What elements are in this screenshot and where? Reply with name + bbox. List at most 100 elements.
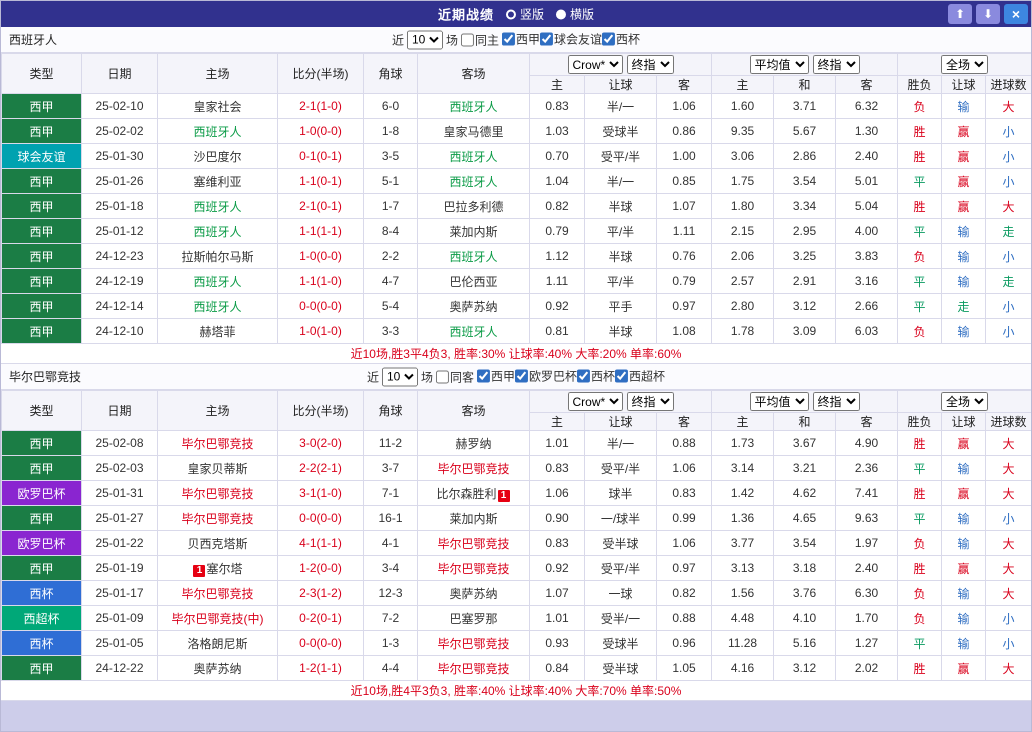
asian-home-odds: 0.83 — [530, 531, 585, 556]
league-filters: 西甲欧罗巴杯西杯西超杯 — [477, 368, 665, 386]
layout-option-vertical[interactable]: 竖版 — [506, 6, 544, 23]
summary-line-1: 近10场,胜3平4负3, 胜率:30% 让球率:40% 大率:20% 单率:60… — [1, 344, 1031, 364]
asian-home-odds: 1.12 — [530, 244, 585, 269]
asian-stage-select[interactable]: 终指 — [627, 392, 674, 411]
match-date: 25-01-09 — [82, 606, 158, 631]
asian-handicap: 半球 — [585, 244, 657, 269]
asian-away-odds: 0.86 — [657, 119, 712, 144]
filter-bar: 近 10 场 同客 西甲欧罗巴杯西杯西超杯 — [367, 367, 665, 386]
same-side-checkbox[interactable] — [436, 370, 449, 383]
asian-handicap: 半/一 — [585, 431, 657, 456]
match-date: 25-01-22 — [82, 531, 158, 556]
league-filters: 西甲球会友谊西杯 — [502, 31, 640, 49]
euro-home-odds: 2.15 — [712, 219, 774, 244]
euro-home-odds: 1.56 — [712, 581, 774, 606]
corners: 7-1 — [364, 481, 418, 506]
result-outcome: 平 — [898, 456, 942, 481]
col-euro-home: 主 — [712, 76, 774, 94]
league-filter[interactable]: 西杯 — [577, 368, 615, 385]
col-away: 客场 — [418, 391, 530, 431]
match-type: 西甲 — [2, 119, 82, 144]
euro-stage-select[interactable]: 终指 — [813, 55, 860, 74]
euro-odds-group: 平均值终指 — [712, 54, 898, 76]
radio-icon[interactable] — [506, 9, 516, 19]
bookmaker-select[interactable]: Crow* — [568, 392, 623, 411]
euro-home-odds: 2.80 — [712, 294, 774, 319]
home-team: 毕尔巴鄂竞技 — [158, 431, 278, 456]
league-checkbox[interactable] — [602, 33, 615, 46]
same-side-checkbox[interactable] — [461, 33, 474, 46]
result-goals: 大 — [986, 556, 1032, 581]
league-checkbox[interactable] — [477, 370, 490, 383]
col-date: 日期 — [82, 54, 158, 94]
result-goals: 大 — [986, 456, 1032, 481]
average-select[interactable]: 平均值 — [750, 55, 809, 74]
league-filter[interactable]: 西甲 — [502, 31, 540, 48]
away-team: 巴塞罗那 — [418, 606, 530, 631]
result-outcome: 胜 — [898, 144, 942, 169]
same-side-filter[interactable]: 同客 — [436, 368, 474, 385]
euro-home-odds: 3.13 — [712, 556, 774, 581]
corners: 5-4 — [364, 294, 418, 319]
corners: 5-1 — [364, 169, 418, 194]
match-type: 西甲 — [2, 456, 82, 481]
match-type: 欧罗巴杯 — [2, 531, 82, 556]
league-checkbox[interactable] — [615, 370, 628, 383]
bookmaker-select[interactable]: Crow* — [568, 55, 623, 74]
asian-stage-select[interactable]: 终指 — [627, 55, 674, 74]
col-asian-home: 主 — [530, 413, 585, 431]
away-team: 赫罗纳 — [418, 431, 530, 456]
move-down-button[interactable]: ⬇ — [976, 4, 1000, 24]
league-checkbox[interactable] — [540, 33, 553, 46]
league-label: 西甲 — [491, 368, 515, 385]
team-name: 西班牙人 — [1, 31, 57, 48]
score-halftime: 2-1(1-0) — [278, 94, 364, 119]
euro-draw-odds: 4.65 — [774, 506, 836, 531]
close-button[interactable]: × — [1004, 4, 1028, 24]
league-filter[interactable]: 西甲 — [477, 368, 515, 385]
corners: 3-5 — [364, 144, 418, 169]
match-type: 西甲 — [2, 294, 82, 319]
away-team: 巴伦西亚 — [418, 269, 530, 294]
away-team: 西班牙人 — [418, 94, 530, 119]
same-side-filter[interactable]: 同主 — [461, 31, 499, 48]
result-handicap: 输 — [942, 219, 986, 244]
match-type: 西杯 — [2, 581, 82, 606]
move-up-button[interactable]: ⬆ — [948, 4, 972, 24]
league-checkbox[interactable] — [515, 370, 528, 383]
league-checkbox[interactable] — [502, 33, 515, 46]
match-count-select[interactable]: 10 — [407, 30, 443, 49]
recent-results-window: 近期战绩 竖版 横版 ⬆ ⬇ × 西班牙人 近 10 场 同主 — [0, 0, 1032, 732]
league-checkbox[interactable] — [577, 370, 590, 383]
euro-draw-odds: 3.18 — [774, 556, 836, 581]
home-team: 毕尔巴鄂竞技 — [158, 506, 278, 531]
match-type: 西超杯 — [2, 606, 82, 631]
match-count-select[interactable]: 10 — [382, 367, 418, 386]
col-euro-home: 主 — [712, 413, 774, 431]
result-goals: 大 — [986, 94, 1032, 119]
result-goals: 小 — [986, 144, 1032, 169]
near-label: 近 — [367, 368, 379, 385]
league-filter[interactable]: 欧罗巴杯 — [515, 368, 577, 385]
radio-icon[interactable] — [556, 9, 566, 19]
games-label: 场 — [421, 368, 433, 385]
col-euro-away: 客 — [836, 76, 898, 94]
score-halftime: 1-0(0-0) — [278, 244, 364, 269]
league-filter[interactable]: 球会友谊 — [540, 31, 602, 48]
asian-home-odds: 0.93 — [530, 631, 585, 656]
league-filter[interactable]: 西超杯 — [615, 368, 665, 385]
euro-stage-select[interactable]: 终指 — [813, 392, 860, 411]
result-outcome: 胜 — [898, 431, 942, 456]
same-side-label: 同客 — [450, 368, 474, 385]
layout-option-horizontal[interactable]: 横版 — [556, 6, 594, 23]
corners: 3-4 — [364, 556, 418, 581]
matches-table-1: 类型 日期 主场 比分(半场) 角球 客场 Crow*终指 平均值终指 全场 主… — [1, 53, 1032, 344]
radio-label: 竖版 — [520, 6, 544, 23]
scope-select[interactable]: 全场 — [941, 392, 988, 411]
league-filter[interactable]: 西杯 — [602, 31, 640, 48]
scope-select[interactable]: 全场 — [941, 55, 988, 74]
asian-handicap: 球半 — [585, 481, 657, 506]
average-select[interactable]: 平均值 — [750, 392, 809, 411]
radio-label: 横版 — [570, 6, 594, 23]
euro-away-odds: 9.63 — [836, 506, 898, 531]
